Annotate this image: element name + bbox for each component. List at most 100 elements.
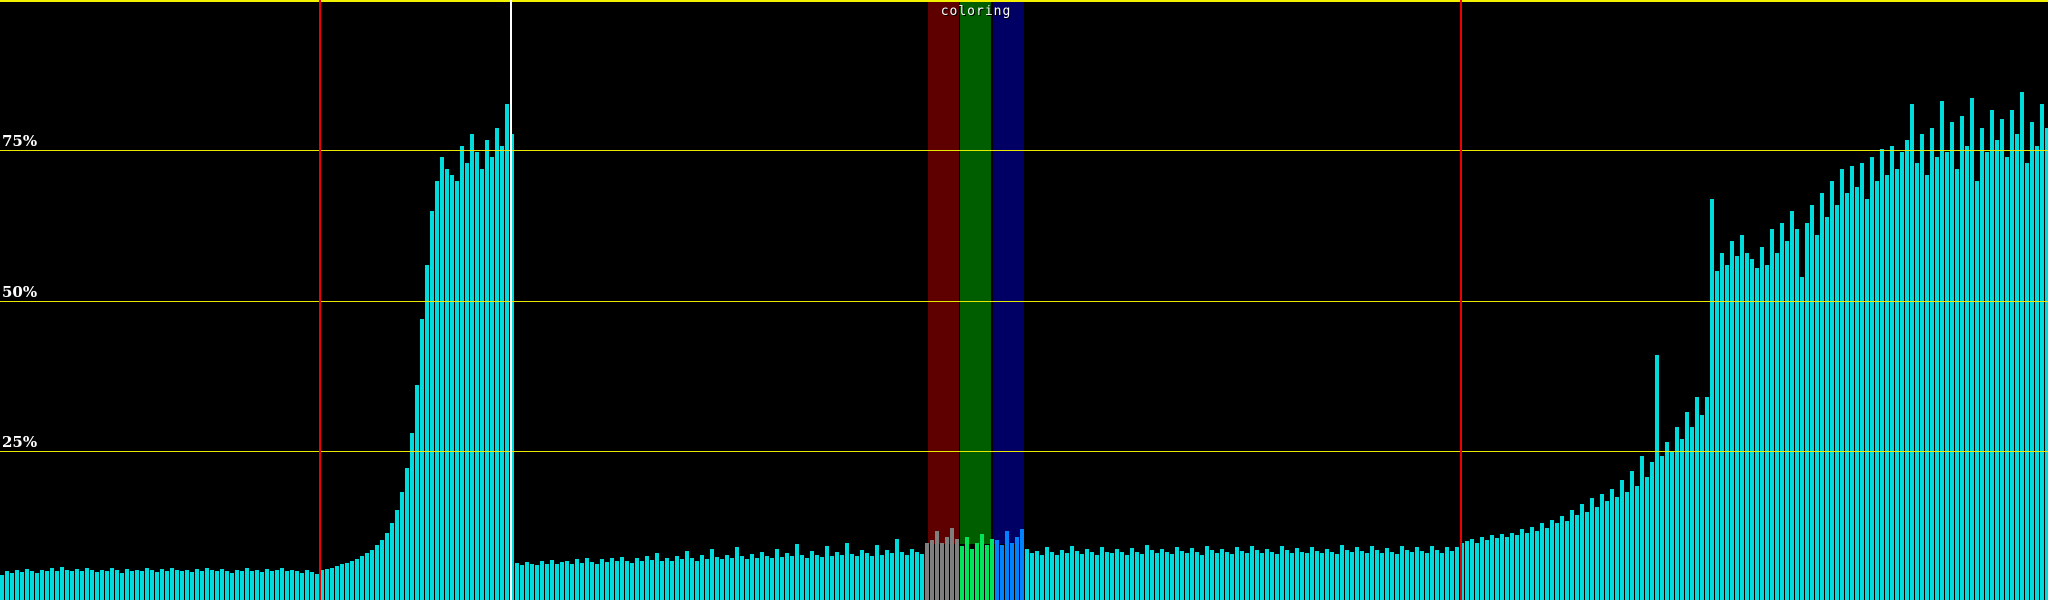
histogram-bar (185, 569, 189, 600)
histogram-bar (1900, 151, 1904, 600)
histogram-bar (1290, 552, 1294, 600)
histogram-bar (650, 559, 654, 600)
histogram-bar (1140, 553, 1144, 600)
histogram-bar (1650, 462, 1654, 600)
histogram-bar (225, 570, 229, 600)
histogram-bar (1600, 493, 1604, 600)
histogram-bar (1835, 205, 1839, 600)
histogram-bar (475, 151, 479, 600)
histogram-bar (65, 569, 69, 600)
histogram-bar (1750, 259, 1754, 600)
histogram-bar (1205, 546, 1209, 600)
histogram-bar (745, 558, 749, 600)
histogram-bar (1680, 438, 1684, 600)
histogram-bar (175, 570, 179, 600)
histogram-bar (2030, 121, 2034, 600)
histogram-bar (1450, 550, 1454, 600)
histogram-bar (100, 569, 104, 600)
histogram-bar (1635, 486, 1639, 600)
histogram-bar (1870, 157, 1874, 600)
histogram-bar (735, 547, 739, 600)
histogram-bar (1655, 354, 1659, 600)
histogram-bar (855, 556, 859, 600)
histogram-bar (1435, 550, 1439, 600)
histogram-bar (15, 570, 19, 600)
histogram-bar (680, 559, 684, 600)
histogram-bar (1100, 546, 1104, 600)
histogram-bar (910, 548, 914, 600)
histogram-bar (1695, 396, 1699, 600)
histogram-bar (5, 571, 9, 600)
histogram-bar (280, 568, 284, 600)
histogram-bar (535, 564, 539, 600)
histogram-bar (1250, 545, 1254, 600)
histogram-bar (1315, 550, 1319, 600)
histogram-bar (1150, 550, 1154, 600)
histogram-bar (120, 572, 124, 600)
histogram-bar (1340, 544, 1344, 600)
histogram-bar (1365, 553, 1369, 600)
histogram-bar (1595, 506, 1599, 600)
histogram-bar (105, 571, 109, 600)
histogram-bar (670, 560, 674, 600)
histogram-bar (1235, 547, 1239, 600)
histogram-bar (1960, 115, 1964, 600)
histogram-bar (820, 556, 824, 600)
histogram-bar (1945, 151, 1949, 600)
histogram-bar (1495, 538, 1499, 600)
histogram-bar (2005, 157, 2009, 600)
axis-label-25%: 25% (2, 433, 38, 451)
histogram-bar (1055, 555, 1059, 600)
histogram-bar (580, 562, 584, 600)
histogram-bar (905, 555, 909, 600)
histogram-bar (700, 555, 704, 600)
histogram-bar (1865, 199, 1869, 600)
histogram-bar (490, 157, 494, 600)
histogram-bar (1255, 549, 1259, 600)
histogram-bar (545, 563, 549, 600)
histogram-bar (710, 549, 714, 600)
histogram-bar (1965, 145, 1969, 600)
histogram-bar (210, 570, 214, 600)
axis-label-50%: 50% (2, 283, 38, 301)
histogram-bar (70, 571, 74, 600)
histogram-bar (1370, 546, 1374, 600)
histogram-bar (790, 556, 794, 600)
histogram-bar (2025, 163, 2029, 600)
histogram-bar (930, 540, 934, 600)
histogram-bar (645, 556, 649, 600)
histogram-bar (1820, 193, 1824, 600)
histogram-bar (1890, 145, 1894, 600)
histogram-bar (1660, 456, 1664, 600)
histogram-bar (485, 139, 489, 600)
histogram-bar (1295, 547, 1299, 600)
gridline-50% (0, 301, 2048, 302)
histogram-bar (895, 539, 899, 600)
histogram-bar (960, 546, 964, 600)
histogram-bar (1285, 550, 1289, 600)
histogram-bar (1455, 546, 1459, 600)
histogram-bar (995, 540, 999, 600)
histogram-bar (1020, 529, 1024, 600)
histogram-bar (1220, 549, 1224, 600)
histogram-bar (770, 558, 774, 600)
histogram-bar (1570, 510, 1574, 600)
histogram-bar (1550, 519, 1554, 600)
histogram-bar (1190, 547, 1194, 600)
histogram-bar (1990, 109, 1994, 600)
histogram-bar (655, 553, 659, 600)
histogram-bar (80, 570, 84, 600)
histogram-bar (260, 571, 264, 600)
histogram-bar (1790, 211, 1794, 600)
histogram-bar (1545, 528, 1549, 600)
histogram-bar (500, 145, 504, 600)
histogram-bar (200, 570, 204, 600)
histogram-bar (1200, 554, 1204, 600)
histogram-bar (990, 539, 994, 600)
histogram-bar (1925, 175, 1929, 600)
histogram-bar (1725, 265, 1729, 600)
histogram-bar (1230, 553, 1234, 600)
histogram-bar (1375, 550, 1379, 600)
histogram-bar (1840, 169, 1844, 600)
histogram-bar (1170, 553, 1174, 600)
